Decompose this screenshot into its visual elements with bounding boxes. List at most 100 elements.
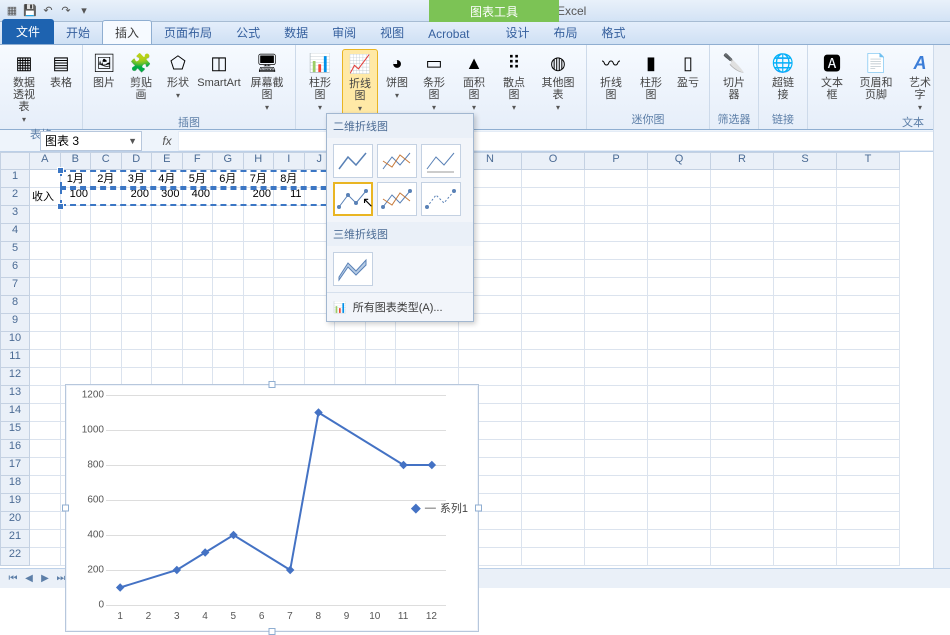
cell[interactable] (837, 512, 900, 530)
cell[interactable] (711, 296, 774, 314)
row-header[interactable]: 12 (0, 368, 30, 386)
cell[interactable] (837, 224, 900, 242)
redo-icon[interactable]: ↷ (58, 3, 74, 19)
cell[interactable] (183, 278, 214, 296)
cell[interactable] (122, 260, 153, 278)
cell[interactable] (774, 260, 837, 278)
cell[interactable] (774, 224, 837, 242)
column-header[interactable]: S (774, 152, 837, 170)
smartart-button[interactable]: ◫SmartArt (197, 49, 241, 114)
cell[interactable] (837, 332, 900, 350)
line-chart-type-1[interactable] (333, 144, 373, 178)
cell[interactable] (152, 350, 183, 368)
cell[interactable] (522, 548, 585, 566)
cell[interactable] (774, 332, 837, 350)
cell[interactable] (648, 278, 711, 296)
cell[interactable] (274, 278, 305, 296)
row-header[interactable]: 9 (0, 314, 30, 332)
fx-icon[interactable]: fx (156, 134, 178, 148)
cell[interactable]: 7月 (244, 170, 275, 188)
row-header[interactable]: 3 (0, 206, 30, 224)
cell[interactable] (585, 404, 648, 422)
cell[interactable] (30, 278, 61, 296)
cell[interactable] (522, 512, 585, 530)
pivot-table-button[interactable]: ▦数据 透视表▾ (6, 49, 42, 126)
cell[interactable] (774, 530, 837, 548)
cell[interactable] (274, 224, 305, 242)
cell[interactable] (30, 440, 61, 458)
area-chart-button[interactable]: ▲面积图▾ (456, 49, 492, 116)
cell[interactable] (213, 242, 244, 260)
cell[interactable] (837, 206, 900, 224)
cell[interactable]: 6月 (213, 170, 244, 188)
header-footer-button[interactable]: 📄页眉和页脚 (854, 49, 898, 114)
cell[interactable] (61, 332, 92, 350)
cell[interactable] (152, 296, 183, 314)
cell[interactable] (91, 188, 122, 206)
tab-file[interactable]: 文件 (2, 19, 54, 44)
cell[interactable] (585, 278, 648, 296)
line-chart-type-2[interactable] (377, 144, 417, 178)
cell[interactable] (244, 242, 275, 260)
cell[interactable] (61, 278, 92, 296)
tab-review[interactable]: 审阅 (320, 21, 368, 44)
select-all-corner[interactable] (0, 152, 30, 170)
row-header[interactable]: 17 (0, 458, 30, 476)
cell[interactable] (244, 224, 275, 242)
cell[interactable] (30, 404, 61, 422)
cell[interactable] (648, 314, 711, 332)
qat-dropdown-icon[interactable]: ▾ (76, 3, 92, 19)
cell[interactable] (91, 314, 122, 332)
cell[interactable] (305, 350, 336, 368)
cell[interactable] (648, 440, 711, 458)
cell[interactable] (30, 368, 61, 386)
column-header[interactable]: B (61, 152, 92, 170)
row-header[interactable]: 22 (0, 548, 30, 566)
cell[interactable] (61, 350, 92, 368)
cell[interactable] (30, 386, 61, 404)
cell[interactable] (183, 242, 214, 260)
cell[interactable] (774, 404, 837, 422)
cell[interactable] (774, 206, 837, 224)
cell[interactable] (522, 350, 585, 368)
cell[interactable] (648, 386, 711, 404)
table-button[interactable]: ▤表格 (46, 49, 76, 126)
cell[interactable] (585, 314, 648, 332)
cell[interactable] (585, 260, 648, 278)
cell[interactable] (837, 548, 900, 566)
cell[interactable] (711, 224, 774, 242)
cell[interactable] (244, 332, 275, 350)
cell[interactable] (522, 332, 585, 350)
cell[interactable] (183, 206, 214, 224)
slicer-button[interactable]: 🔪切片器 (716, 49, 752, 103)
cell[interactable] (91, 350, 122, 368)
cell[interactable] (522, 476, 585, 494)
clipart-button[interactable]: 🧩剪贴画 (123, 49, 159, 114)
cell[interactable] (648, 332, 711, 350)
cell[interactable] (522, 224, 585, 242)
cell[interactable] (122, 206, 153, 224)
cell[interactable] (711, 314, 774, 332)
save-icon[interactable]: 💾 (22, 3, 38, 19)
cell[interactable] (183, 350, 214, 368)
cell[interactable] (837, 440, 900, 458)
embedded-chart[interactable]: 020040060080010001200 123456789101112 ◆—… (65, 384, 479, 632)
cell[interactable] (774, 548, 837, 566)
cell[interactable] (30, 296, 61, 314)
line-chart-button[interactable]: 📈折线图▾ (342, 49, 378, 116)
cell[interactable] (30, 224, 61, 242)
cell[interactable] (91, 332, 122, 350)
cell[interactable] (213, 296, 244, 314)
cell[interactable] (91, 296, 122, 314)
name-dropdown-icon[interactable]: ▼ (128, 136, 137, 146)
vertical-scrollbar[interactable] (933, 45, 950, 568)
cell[interactable] (183, 224, 214, 242)
column-header[interactable]: I (274, 152, 305, 170)
cell[interactable] (522, 278, 585, 296)
cell[interactable] (30, 512, 61, 530)
tab-layout[interactable]: 布局 (542, 21, 590, 44)
cell[interactable] (837, 350, 900, 368)
cell[interactable] (711, 242, 774, 260)
cell[interactable] (183, 332, 214, 350)
screenshot-button[interactable]: 🖥屏幕截图▾ (245, 49, 289, 114)
